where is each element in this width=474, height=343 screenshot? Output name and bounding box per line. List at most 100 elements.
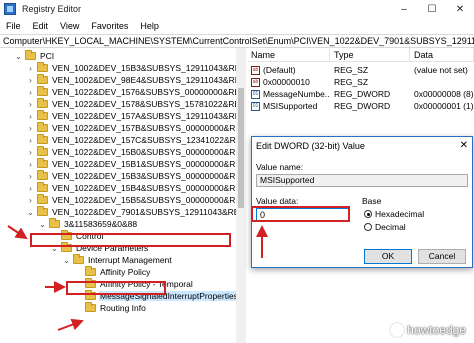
tree-item[interactable]: › VEN_1022&DEV_15B0&SUBSYS_00000000&REV_0… bbox=[26, 146, 246, 158]
menu-view[interactable]: View bbox=[54, 21, 85, 31]
tree-item-label: Routing Info bbox=[100, 303, 146, 313]
tree-scroll-thumb[interactable] bbox=[238, 88, 244, 208]
value-name-cell: 01 MessageNumbe... bbox=[247, 88, 330, 100]
decimal-radio[interactable]: Decimal bbox=[364, 222, 406, 232]
value-row[interactable]: ab 0x00000010 REG_SZ bbox=[247, 76, 474, 88]
tree-item-label: VEN_1022&DEV_15B3&SUBSYS_00000000&REV_00 bbox=[52, 171, 246, 181]
ok-button[interactable]: OK bbox=[364, 249, 412, 264]
hexadecimal-radio-dot bbox=[364, 210, 372, 218]
tree-item[interactable]: › VEN_1002&DEV_15B3&SUBSYS_12911043&REV_0… bbox=[26, 62, 246, 74]
list-header: Name Type Data bbox=[247, 48, 474, 62]
value-type: REG_SZ bbox=[334, 77, 369, 87]
tree-item[interactable]: › VEN_1022&DEV_15B3&SUBSYS_00000000&REV_0… bbox=[26, 170, 246, 182]
howtoedge-watermark: howtoedge bbox=[390, 323, 466, 337]
tree-item[interactable]: › VEN_1022&DEV_157B&SUBSYS_00000000&REV_0… bbox=[26, 122, 246, 134]
value-row[interactable]: 01 MessageNumbe... REG_DWORD 0x00000008 (8) bbox=[247, 88, 474, 100]
value-row[interactable]: 01 MSISupported REG_DWORD 0x00000001 (1) bbox=[247, 100, 474, 112]
menu-file[interactable]: File bbox=[0, 21, 27, 31]
expand-arrow-icon[interactable]: › bbox=[26, 148, 35, 157]
window-title: Registry Editor bbox=[22, 4, 82, 14]
maximize-button[interactable]: ☐ bbox=[418, 0, 446, 18]
column-header-name[interactable]: Name bbox=[247, 48, 330, 61]
value-name-cell: ab 0x00000010 bbox=[247, 76, 330, 88]
tree-vertical-scrollbar[interactable] bbox=[236, 48, 246, 343]
tree-item-label: VEN_1022&DEV_15B0&SUBSYS_00000000&REV_00 bbox=[52, 147, 246, 157]
folder-icon bbox=[37, 110, 48, 120]
expand-arrow-icon[interactable]: › bbox=[26, 160, 35, 169]
binary-value-icon: 01 bbox=[251, 89, 260, 99]
menu-favorites[interactable]: Favorites bbox=[85, 21, 134, 31]
decimal-label: Decimal bbox=[375, 222, 406, 232]
tree-item[interactable]: › VEN_1022&DEV_15B1&SUBSYS_00000000&REV_0… bbox=[26, 158, 246, 170]
collapse-arrow-icon[interactable]: ⌄ bbox=[62, 256, 71, 265]
tree-item[interactable]: ⌄ VEN_1022&DEV_7901&SUBSYS_12911043&REV_4… bbox=[26, 206, 245, 218]
folder-icon bbox=[37, 122, 48, 132]
expand-arrow-icon[interactable]: › bbox=[26, 196, 35, 205]
folder-icon bbox=[37, 182, 48, 192]
no-expander bbox=[74, 268, 83, 277]
value-row[interactable]: ab (Default) REG_SZ (value not set) bbox=[247, 64, 474, 76]
tree-item-label: VEN_1022&DEV_15B1&SUBSYS_00000000&REV_00 bbox=[52, 159, 246, 169]
folder-icon bbox=[37, 170, 48, 180]
tree-item[interactable]: › VEN_1022&DEV_1576&SUBSYS_00000000&REV_0… bbox=[26, 86, 245, 98]
window-controls: – ☐ ✕ bbox=[390, 0, 474, 18]
tree-item[interactable]: › VEN_1002&DEV_98E4&SUBSYS_12911043&REV_E… bbox=[26, 74, 245, 86]
title-bar: Registry Editor – ☐ ✕ bbox=[0, 0, 474, 18]
tree-item[interactable]: ⌄ PCI bbox=[14, 50, 55, 62]
tree-item-label: Affinity Policy bbox=[100, 267, 151, 277]
tree-item-label: VEN_1022&DEV_157B&SUBSYS_00000000&REV_00 bbox=[52, 123, 246, 133]
tree-item[interactable]: Affinity Policy bbox=[74, 266, 151, 278]
hexadecimal-radio[interactable]: Hexadecimal bbox=[364, 209, 424, 219]
folder-icon bbox=[37, 134, 48, 144]
menu-bar: File Edit View Favorites Help bbox=[0, 18, 474, 34]
tree-item[interactable]: › VEN_1022&DEV_157A&SUBSYS_12911043&REV_0… bbox=[26, 110, 245, 122]
menu-edit[interactable]: Edit bbox=[27, 21, 55, 31]
value-name-cell: ab (Default) bbox=[247, 64, 330, 76]
cancel-button[interactable]: Cancel bbox=[418, 249, 466, 264]
menu-help[interactable]: Help bbox=[134, 21, 165, 31]
expand-arrow-icon[interactable]: › bbox=[26, 136, 35, 145]
close-button[interactable]: ✕ bbox=[446, 0, 474, 18]
tree-item-label: Interrupt Management bbox=[88, 255, 172, 265]
tree-item[interactable]: Routing Info bbox=[74, 302, 147, 314]
tree-item-label: VEN_1002&DEV_15B3&SUBSYS_12911043&REV_00 bbox=[52, 63, 246, 73]
column-header-type[interactable]: Type bbox=[330, 48, 410, 61]
collapse-arrow-icon[interactable]: ⌄ bbox=[26, 208, 35, 217]
dialog-title: Edit DWORD (32-bit) Value bbox=[256, 141, 365, 151]
tree-item-label: VEN_1022&DEV_15B4&SUBSYS_00000000&REV_00 bbox=[52, 183, 246, 193]
tree-item-label: VEN_1022&DEV_157C&SUBSYS_12341022&REV_00 bbox=[52, 135, 246, 145]
expand-arrow-icon[interactable]: › bbox=[26, 124, 35, 133]
tree-item[interactable]: ⌄ Interrupt Management bbox=[62, 254, 173, 266]
tree-item[interactable]: › VEN_1022&DEV_15B5&SUBSYS_00000000&REV_0… bbox=[26, 194, 245, 206]
expand-arrow-icon[interactable]: › bbox=[26, 172, 35, 181]
tree-item-label: PCI bbox=[40, 51, 55, 61]
folder-icon bbox=[49, 218, 60, 228]
tree-item[interactable]: › VEN_1022&DEV_1578&SUBSYS_15781022&REV_0… bbox=[26, 98, 245, 110]
folder-icon bbox=[37, 158, 48, 168]
registry-tree-pane: ⌄ PCI › VEN_1002&DEV_15B3&SUBSYS_12911043&R… bbox=[0, 48, 246, 343]
tree-item[interactable]: ⌄ 3&11583659&0&88 bbox=[38, 218, 138, 230]
expand-arrow-icon[interactable]: › bbox=[26, 64, 35, 73]
value-data: 0x00000001 (1) bbox=[414, 101, 474, 111]
collapse-arrow-icon[interactable]: ⌄ bbox=[14, 52, 23, 61]
collapse-arrow-icon[interactable]: ⌄ bbox=[38, 220, 47, 229]
expand-arrow-icon[interactable]: › bbox=[26, 100, 35, 109]
folder-icon bbox=[85, 302, 96, 312]
registry-editor-app-icon bbox=[4, 3, 16, 15]
tree-item-label: 3&11583659&0&88 bbox=[64, 219, 138, 229]
folder-icon bbox=[37, 86, 48, 96]
expand-arrow-icon[interactable]: › bbox=[26, 76, 35, 85]
folder-icon bbox=[37, 98, 48, 108]
value-name: MSISupported bbox=[263, 101, 318, 111]
value-name-label: Value name: bbox=[256, 162, 304, 172]
column-header-data[interactable]: Data bbox=[410, 48, 474, 61]
address-bar[interactable]: Computer\HKEY_LOCAL_MACHINE\SYSTEM\Curre… bbox=[0, 34, 474, 48]
minimize-button[interactable]: – bbox=[390, 0, 418, 18]
value-name-field: MSISupported bbox=[256, 174, 468, 187]
expand-arrow-icon[interactable]: › bbox=[26, 112, 35, 121]
dialog-close-button[interactable]: ✕ bbox=[460, 140, 468, 151]
tree-item[interactable]: › VEN_1022&DEV_157C&SUBSYS_12341022&REV_0… bbox=[26, 134, 246, 146]
expand-arrow-icon[interactable]: › bbox=[26, 88, 35, 97]
expand-arrow-icon[interactable]: › bbox=[26, 184, 35, 193]
tree-item[interactable]: › VEN_1022&DEV_15B4&SUBSYS_00000000&REV_0… bbox=[26, 182, 246, 194]
